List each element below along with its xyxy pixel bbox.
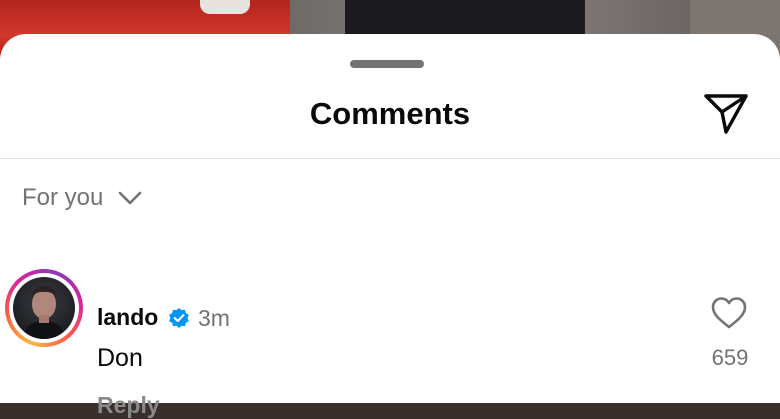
verified-badge-icon [169, 308, 189, 328]
page-title: Comments [309, 96, 471, 131]
avatar-portrait [23, 285, 65, 339]
comments-sheet: Comments For you lando 3m Don Reply [0, 34, 780, 418]
header-divider [0, 158, 780, 159]
heart-outline-icon [711, 297, 747, 329]
comment-text: Don [97, 344, 143, 372]
background-car-light [200, 0, 250, 14]
avatar[interactable] [5, 269, 83, 347]
sort-filter-label: For you [22, 184, 104, 211]
comment-username[interactable]: lando [97, 304, 158, 331]
sort-filter-dropdown[interactable]: For you [22, 184, 143, 212]
chevron-down-icon [119, 191, 142, 205]
avatar-photo [13, 277, 75, 339]
share-button[interactable] [702, 90, 750, 138]
comment-item: lando 3m Don Reply [0, 264, 780, 418]
paper-plane-icon [704, 94, 748, 134]
comment-timestamp: 3m [198, 305, 230, 331]
like-count: 659 [711, 345, 749, 370]
reply-button[interactable]: Reply [97, 392, 160, 419]
sheet-drag-handle[interactable] [350, 60, 424, 68]
like-button[interactable] [710, 296, 748, 330]
